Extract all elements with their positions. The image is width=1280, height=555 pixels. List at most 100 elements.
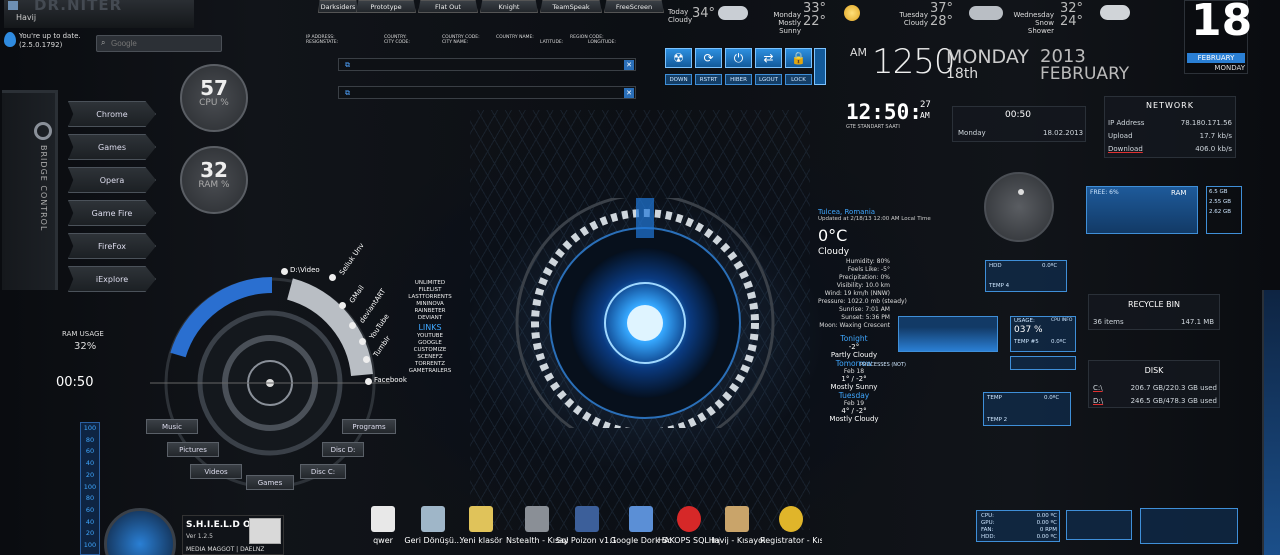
calendar-weekday: MONDAY <box>1214 64 1245 72</box>
volume-knob[interactable] <box>984 172 1054 242</box>
power-hiber-icon[interactable]: ⏻ <box>725 48 752 68</box>
launcher-item[interactable]: Opera <box>68 167 156 193</box>
ring-link-dot <box>281 268 288 275</box>
weather-detail-line: Visibility: 10.0 km <box>836 282 890 289</box>
brand-bar: DR.NITER Havij <box>4 0 194 28</box>
power-label[interactable]: DOWN <box>665 74 692 85</box>
link-item[interactable]: CUSTOMIZE <box>400 347 460 354</box>
link-item[interactable]: TORRENTZ <box>400 361 460 368</box>
ip-field-1[interactable]: ⧉ ✕ <box>338 58 636 71</box>
disk-usage: 246.5 GB/478.3 GB used <box>1130 397 1217 405</box>
ring-link[interactable]: Facebook <box>374 376 407 384</box>
network-title: NETWORK <box>1146 101 1194 110</box>
brand-icon[interactable] <box>8 1 18 10</box>
power-extra-button[interactable] <box>814 48 826 85</box>
calendar-day-number: 18 <box>1191 0 1253 46</box>
desktop-icon-image <box>469 506 493 532</box>
gauge-number: 60 <box>85 505 95 514</box>
bridge-control-icon <box>34 122 52 140</box>
ring-folder[interactable]: Disc C: <box>300 464 346 479</box>
desktop-icon[interactable]: Havij - Kısayol <box>706 506 768 545</box>
launcher-item[interactable]: Chrome <box>68 101 156 127</box>
gauge-number: 20 <box>85 470 95 479</box>
power-lock-icon[interactable]: 🔒 <box>785 48 812 68</box>
link-item[interactable]: GOOGLE <box>400 340 460 347</box>
link-item[interactable]: RAINBETER <box>400 308 460 315</box>
link-item[interactable]: GAMETRAILERS <box>400 368 460 375</box>
refresh-icon[interactable]: ⧉ <box>345 89 350 98</box>
weather-day: Today <box>668 8 689 16</box>
desktop-icon[interactable]: Registrator - Kısayol <box>760 506 822 545</box>
weather-strip: Today Cloudy 34° Monday Mostly Sunny 33°… <box>668 1 1148 35</box>
power-label[interactable]: LGOUT <box>755 74 782 85</box>
top-tab[interactable]: FreeScreen <box>604 0 664 13</box>
top-tab[interactable]: Knight <box>480 0 538 13</box>
top-tab[interactable]: TeamSpeak <box>540 0 602 13</box>
top-tab[interactable]: Darksiders <box>318 0 358 13</box>
shield-title: S.H.I.E.L.D OS <box>186 520 258 530</box>
recycle-bin-panel[interactable]: RECYCLE BIN 36 items 147.1 MB <box>1088 294 1220 330</box>
weather-detail-line: Sunset: 5:36 PM <box>841 314 890 321</box>
forecast-cond: Mostly Cloudy <box>829 415 879 423</box>
link-item[interactable]: UNLIMITED <box>400 280 460 287</box>
disk-panel: DISK C:\ 206.7 GB/220.3 GB used D:\ 246.5 G… <box>1088 360 1220 408</box>
weather-temp: 33° 22° <box>803 1 827 29</box>
link-item[interactable]: YOUTUBE <box>400 333 460 340</box>
disk-usage: 206.7 GB/220.3 GB used <box>1130 384 1217 392</box>
ring-link[interactable]: D:\Video <box>290 266 320 274</box>
ring-folder[interactable]: Games <box>246 475 294 490</box>
search-input[interactable] <box>111 38 216 49</box>
close-icon[interactable]: ✕ <box>624 60 634 70</box>
top-tab[interactable]: Prototype <box>356 0 416 13</box>
power-lgout-icon[interactable]: ⇄ <box>755 48 782 68</box>
network-row: Upload 17.7 kb/s <box>1108 130 1232 143</box>
network-label: Download <box>1108 145 1143 153</box>
disk-row[interactable]: C:\ 206.7 GB/220.3 GB used <box>1093 382 1217 395</box>
ring-folder[interactable]: Programs <box>342 419 396 434</box>
ring-folder[interactable]: Music <box>146 419 198 434</box>
ip-field-2[interactable]: ⧉ ✕ <box>338 86 636 99</box>
shield-avatar <box>249 518 281 544</box>
launcher-item[interactable]: iExplore <box>68 266 156 292</box>
sun-icon <box>844 5 860 21</box>
launcher-item[interactable]: Game Fire <box>68 200 156 226</box>
top-tab[interactable]: Flat Out <box>418 0 478 13</box>
link-item[interactable]: MININOVA <box>400 301 460 308</box>
link-item[interactable]: DEVIANT <box>400 315 460 322</box>
weather-today: Today Cloudy <box>668 8 692 24</box>
power-label[interactable]: LOCK <box>785 74 812 85</box>
ring-folder[interactable]: Disc D: <box>322 442 364 457</box>
gauge-number: 60 <box>85 447 95 456</box>
desktop-icon-image <box>629 506 653 532</box>
launcher-item[interactable]: Games <box>68 134 156 160</box>
ring-folder[interactable]: Pictures <box>167 442 219 457</box>
power-label[interactable]: RSTRT <box>695 74 722 85</box>
power-down-icon[interactable]: ☢ <box>665 48 692 68</box>
cloud-icon <box>718 6 748 20</box>
brand-user[interactable]: Havij <box>16 13 36 22</box>
launcher-item[interactable]: FireFox <box>68 233 156 259</box>
power-label[interactable]: HIBER <box>725 74 752 85</box>
sensor-row: GPU: 0.00 ºC <box>981 520 1057 527</box>
ram-value: 32 <box>200 158 228 182</box>
disk-row[interactable]: D:\ 246.5 GB/478.3 GB used <box>1093 395 1217 408</box>
right-frame <box>1262 290 1280 555</box>
desktop-icon[interactable]: Yeni klasör <box>450 506 512 545</box>
desktop-icon[interactable]: Sql Poizon v1.1 - Th... <box>556 506 618 545</box>
close-icon[interactable]: ✕ <box>624 88 634 98</box>
link-item[interactable]: SCENEFZ <box>400 354 460 361</box>
sensor-label: HDD: <box>981 534 996 540</box>
forecast-date: Feb 18 <box>843 368 865 375</box>
ring-folder[interactable]: Videos <box>190 464 242 479</box>
search-box[interactable]: ⌕ <box>96 35 222 52</box>
ram-box: FREE: 6% RAM <box>1086 186 1198 234</box>
hdd-temp-label: TEMP 4 <box>989 283 1010 289</box>
digital-ampm: AM <box>920 111 930 120</box>
power-rstrt-icon[interactable]: ⟳ <box>695 48 722 68</box>
link-item[interactable]: FILELIST <box>400 287 460 294</box>
link-item[interactable]: LASTTORRENTS <box>400 294 460 301</box>
refresh-icon[interactable]: ⧉ <box>345 61 350 70</box>
search-icon: ⌕ <box>101 38 106 47</box>
weather-updated: Updated at 2/18/13 12:00 AM Local Time <box>818 216 931 222</box>
ring-ram-label: RAM USAGE <box>62 330 104 338</box>
